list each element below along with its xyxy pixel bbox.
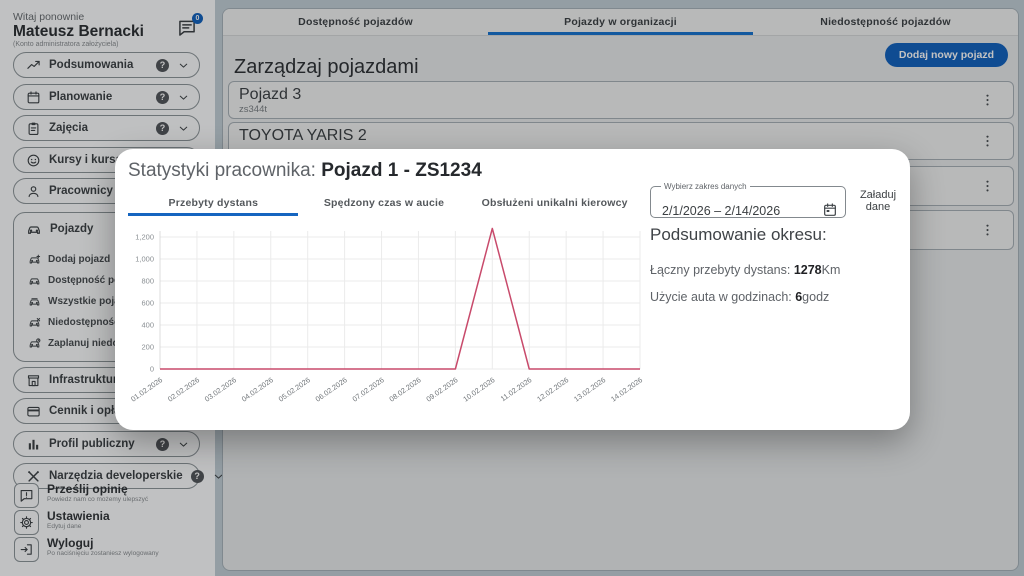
date-range-label: Wybierz zakres danych [661,182,750,191]
svg-text:600: 600 [141,299,154,308]
svg-text:08.02.2026: 08.02.2026 [388,375,423,403]
summary-distance: Łączny przebyty dystans: 1278Km [650,263,840,277]
summary-heading: Podsumowanie okresu: [650,225,827,245]
modal-title: Statystyki pracownika: Pojazd 1 - ZS1234 [128,160,482,182]
stats-modal: Statystyki pracownika: Pojazd 1 - ZS1234… [115,149,910,430]
tab-spedzony-czas[interactable]: Spędzony czas w aucie [299,192,470,213]
svg-text:14.02.2026: 14.02.2026 [609,375,644,403]
app-window: Witaj ponownie Mateusz Bernacki (Konto a… [0,0,1024,576]
svg-text:800: 800 [141,277,154,286]
summary-usage: Użycie auta w godzinach: 6godz [650,290,829,304]
svg-text:12.02.2026: 12.02.2026 [535,375,570,403]
svg-text:04.02.2026: 04.02.2026 [240,375,275,403]
tab-unikalni-kierowcy[interactable]: Obsłużeni unikalni kierowcy [469,192,640,213]
tab-przebyty-dystans[interactable]: Przebyty dystans [128,192,299,213]
svg-text:03.02.2026: 03.02.2026 [203,375,238,403]
date-range-value: 2/1/2026 – 2/14/2026 [662,204,780,218]
distance-line-chart: 0 200 400 600 800 1,000 1,200 01.02.202602.02.2… [125,223,653,423]
svg-text:10.02.2026: 10.02.2026 [461,375,496,403]
svg-text:1,000: 1,000 [135,255,154,264]
modal-tab-bar: Przebyty dystans Spędzony czas w aucie O… [128,192,640,213]
svg-text:09.02.2026: 09.02.2026 [424,375,459,403]
svg-text:400: 400 [141,321,154,330]
date-range-field[interactable]: Wybierz zakres danych 2/1/2026 – 2/14/20… [650,182,846,218]
svg-text:01.02.2026: 01.02.2026 [129,375,164,403]
active-tab-indicator [128,213,298,216]
svg-text:05.02.2026: 05.02.2026 [277,375,312,403]
svg-text:1,200: 1,200 [135,233,154,242]
svg-text:200: 200 [141,343,154,352]
svg-text:13.02.2026: 13.02.2026 [572,375,607,403]
svg-text:07.02.2026: 07.02.2026 [351,375,386,403]
load-data-button[interactable]: Załaduj dane [850,189,906,213]
svg-text:06.02.2026: 06.02.2026 [314,375,349,403]
calendar-icon[interactable] [822,202,838,218]
svg-text:0: 0 [150,365,154,374]
svg-text:02.02.2026: 02.02.2026 [166,375,201,403]
svg-text:11.02.2026: 11.02.2026 [499,375,534,403]
